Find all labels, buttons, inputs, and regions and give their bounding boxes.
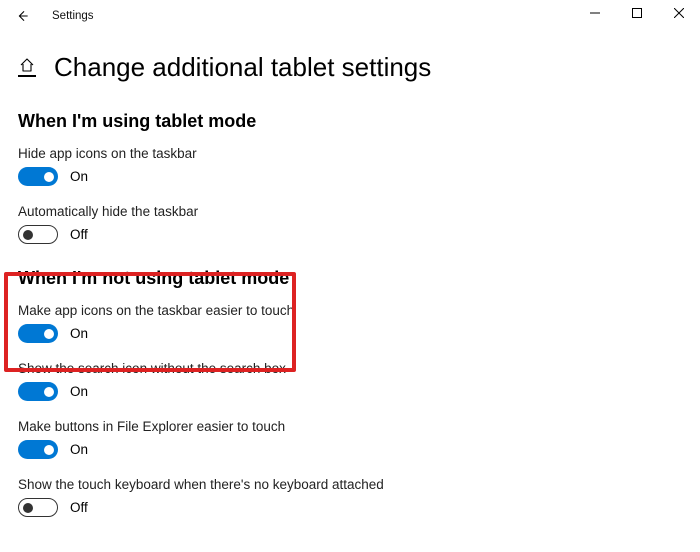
window-controls [574,0,700,26]
toggle-state: On [70,169,88,184]
setting-auto-hide: Automatically hide the taskbar Off [18,204,700,244]
content: When I'm using tablet mode Hide app icon… [0,91,700,517]
maximize-button[interactable] [616,0,658,26]
setting-hide-icons: Hide app icons on the taskbar On [18,146,700,186]
toggle-state: Off [70,227,88,242]
setting-search-icon: Show the search icon without the search … [18,361,700,401]
app-title: Settings [52,10,94,22]
back-icon[interactable] [14,8,30,24]
setting-label: Show the search icon without the search … [18,361,700,376]
toggle-search-icon[interactable] [18,382,58,401]
setting-touch-keyboard: Show the touch keyboard when there's no … [18,477,700,517]
setting-easier-buttons: Make buttons in File Explorer easier to … [18,419,700,459]
section-heading-not-using: When I'm not using tablet mode [18,268,700,289]
setting-label: Automatically hide the taskbar [18,204,700,219]
titlebar: Settings [0,0,700,32]
toggle-state: On [70,326,88,341]
section-heading-using: When I'm using tablet mode [18,111,700,132]
minimize-button[interactable] [574,0,616,26]
section-using: When I'm using tablet mode Hide app icon… [18,111,700,244]
toggle-auto-hide[interactable] [18,225,58,244]
setting-label: Show the touch keyboard when there's no … [18,477,700,492]
toggle-state: On [70,384,88,399]
page-header: Change additional tablet settings [0,32,700,91]
setting-easier-icons: Make app icons on the taskbar easier to … [18,303,700,343]
toggle-state: Off [70,500,88,515]
setting-label: Make app icons on the taskbar easier to … [18,303,700,318]
toggle-hide-icons[interactable] [18,167,58,186]
toggle-state: On [70,442,88,457]
section-not-using: When I'm not using tablet mode Make app … [18,268,700,517]
page-title: Change additional tablet settings [54,52,431,83]
setting-label: Make buttons in File Explorer easier to … [18,419,700,434]
setting-label: Hide app icons on the taskbar [18,146,700,161]
toggle-easier-buttons[interactable] [18,440,58,459]
toggle-touch-keyboard[interactable] [18,498,58,517]
close-button[interactable] [658,0,700,26]
home-icon[interactable] [18,59,36,77]
toggle-easier-icons[interactable] [18,324,58,343]
